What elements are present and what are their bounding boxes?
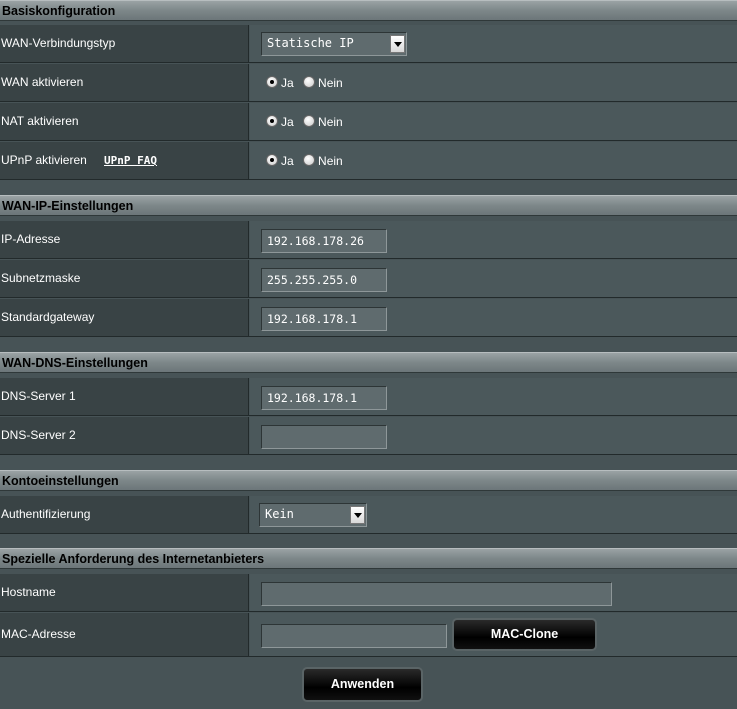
yes-label: Ja bbox=[281, 154, 294, 168]
subnet-input[interactable]: 255.255.255.0 bbox=[261, 268, 387, 292]
dns1-cell: 192.168.178.1 bbox=[250, 378, 737, 415]
nat-enable-label: NAT aktivieren bbox=[0, 103, 249, 140]
row-hostname: Hostname bbox=[0, 574, 737, 612]
hostname-input[interactable] bbox=[261, 582, 612, 606]
yes-label: Ja bbox=[281, 115, 294, 129]
authentication-cell: Kein bbox=[250, 496, 737, 533]
row-authentication: Authentifizierung Kein bbox=[0, 496, 737, 534]
row-nat-enable: NAT aktivieren Ja Nein bbox=[0, 103, 737, 141]
upnp-enable-label-cell: UPnP aktivieren UPnP FAQ bbox=[0, 142, 249, 179]
section-gap bbox=[0, 181, 737, 190]
section-header-isp: Spezielle Anforderung des Internetanbiet… bbox=[0, 548, 737, 569]
upnp-enable-cell: Ja Nein bbox=[250, 142, 737, 179]
nat-enable-cell: Ja Nein bbox=[250, 103, 737, 140]
chevron-down-icon[interactable] bbox=[390, 35, 405, 53]
gateway-label: Standardgateway bbox=[0, 299, 249, 336]
upnp-faq-link[interactable]: UPnP FAQ bbox=[104, 142, 157, 179]
wan-type-cell: Statische IP bbox=[250, 25, 737, 62]
no-label: Nein bbox=[318, 154, 343, 168]
section-header-wan-dns: WAN-DNS-Einstellungen bbox=[0, 352, 737, 373]
mac-address-label: MAC-Adresse bbox=[0, 613, 249, 656]
row-wan-type: WAN-Verbindungstyp Statische IP bbox=[0, 25, 737, 63]
chevron-down-icon[interactable] bbox=[350, 506, 365, 524]
upnp-enable-radio-group: Ja Nein bbox=[266, 154, 349, 168]
apply-button[interactable]: Anwenden bbox=[302, 667, 423, 702]
row-gateway: Standardgateway 192.168.178.1 bbox=[0, 299, 737, 337]
upnp-enable-yes-radio[interactable] bbox=[266, 154, 278, 166]
nat-enable-yes-radio[interactable] bbox=[266, 115, 278, 127]
row-ip-address: IP-Adresse 192.168.178.26 bbox=[0, 221, 737, 259]
gateway-input[interactable]: 192.168.178.1 bbox=[261, 307, 387, 331]
wan-enable-label: WAN aktivieren bbox=[0, 64, 249, 101]
no-label: Nein bbox=[318, 115, 343, 129]
section-header-account: Kontoeinstellungen bbox=[0, 470, 737, 491]
upnp-enable-label: UPnP aktivieren bbox=[1, 153, 87, 167]
wan-enable-no-radio[interactable] bbox=[303, 76, 316, 88]
section-header-basic: Basiskonfiguration bbox=[0, 0, 737, 21]
dns2-label: DNS-Server 2 bbox=[0, 417, 249, 454]
authentication-select[interactable]: Kein bbox=[259, 503, 367, 527]
gateway-cell: 192.168.178.1 bbox=[250, 299, 737, 336]
row-mac-address: MAC-Adresse MAC-Clone bbox=[0, 613, 737, 657]
section-gap bbox=[0, 535, 737, 544]
hostname-label: Hostname bbox=[0, 574, 249, 611]
ip-address-input[interactable]: 192.168.178.26 bbox=[261, 229, 387, 253]
authentication-select-value: Kein bbox=[265, 507, 294, 521]
row-subnet: Subnetzmaske 255.255.255.0 bbox=[0, 260, 737, 298]
ip-address-label: IP-Adresse bbox=[0, 221, 249, 258]
subnet-cell: 255.255.255.0 bbox=[250, 260, 737, 297]
upnp-enable-no-radio[interactable] bbox=[303, 154, 316, 166]
dns2-cell bbox=[250, 417, 737, 454]
subnet-label: Subnetzmaske bbox=[0, 260, 249, 297]
authentication-label: Authentifizierung bbox=[0, 496, 249, 533]
dns1-label: DNS-Server 1 bbox=[0, 378, 249, 415]
section-gap bbox=[0, 456, 737, 465]
dns1-input[interactable]: 192.168.178.1 bbox=[261, 386, 387, 410]
nat-enable-radio-group: Ja Nein bbox=[266, 115, 349, 129]
no-label: Nein bbox=[318, 76, 343, 90]
mac-address-cell: MAC-Clone bbox=[250, 613, 737, 656]
wan-enable-yes-radio[interactable] bbox=[266, 76, 278, 88]
row-dns2: DNS-Server 2 bbox=[0, 417, 737, 455]
ip-address-cell: 192.168.178.26 bbox=[250, 221, 737, 258]
wan-type-select[interactable]: Statische IP bbox=[261, 32, 407, 56]
wan-enable-cell: Ja Nein bbox=[250, 64, 737, 101]
row-upnp-enable: UPnP aktivieren UPnP FAQ Ja Nein bbox=[0, 142, 737, 180]
section-header-wan-ip: WAN-IP-Einstellungen bbox=[0, 195, 737, 216]
section-gap bbox=[0, 338, 737, 347]
row-dns1: DNS-Server 1 192.168.178.1 bbox=[0, 378, 737, 416]
mac-clone-button[interactable]: MAC-Clone bbox=[452, 618, 597, 651]
mac-address-input[interactable] bbox=[261, 624, 447, 648]
yes-label: Ja bbox=[281, 76, 294, 90]
wan-type-select-value: Statische IP bbox=[267, 36, 354, 50]
dns2-input[interactable] bbox=[261, 425, 387, 449]
row-wan-enable: WAN aktivieren Ja Nein bbox=[0, 64, 737, 102]
nat-enable-no-radio[interactable] bbox=[303, 115, 316, 127]
wan-enable-radio-group: Ja Nein bbox=[266, 76, 349, 90]
wan-type-label: WAN-Verbindungstyp bbox=[0, 25, 249, 62]
hostname-cell bbox=[250, 574, 737, 611]
